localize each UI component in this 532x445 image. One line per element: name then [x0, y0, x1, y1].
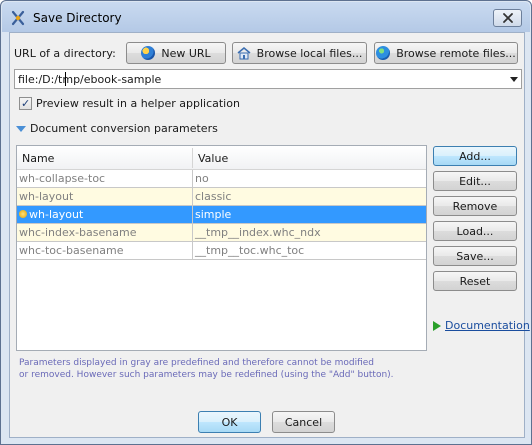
override-marker-icon	[19, 210, 27, 218]
browse-local-button[interactable]: Browse local files...	[232, 42, 367, 64]
text-caret	[65, 72, 66, 86]
table-row[interactable]: wh-collapse-toc no	[17, 170, 426, 188]
browse-local-label: Browse local files...	[256, 46, 363, 60]
remote-globe-icon	[376, 46, 391, 60]
play-icon	[433, 321, 441, 331]
chevron-down-icon[interactable]	[510, 77, 518, 82]
save-directory-dialog: Save Directory URL of a directory: New U…	[0, 0, 532, 445]
parameters-table[interactable]: Name Value wh-collapse-toc no wh-layout …	[16, 145, 427, 351]
new-url-button[interactable]: New URL	[126, 42, 226, 64]
url-combobox[interactable]: file:/D:/tmp/ebook-sample	[14, 69, 522, 89]
cell-value: no	[195, 172, 209, 185]
title-bar: Save Directory	[2, 2, 530, 32]
cell-value: simple	[195, 208, 232, 221]
globe-icon	[141, 46, 156, 60]
load-button[interactable]: Load...	[433, 221, 517, 241]
cell-value: classic	[195, 190, 232, 203]
ok-button[interactable]: OK	[198, 411, 261, 433]
cell-divider	[192, 224, 193, 242]
url-label: URL of a directory:	[14, 47, 116, 60]
app-icon	[10, 10, 26, 26]
edit-button[interactable]: Edit...	[433, 171, 517, 191]
home-folder-icon	[237, 47, 251, 60]
window-title: Save Directory	[33, 11, 122, 25]
table-row[interactable]: whc-index-basename __tmp__index.whc_ndx	[17, 224, 426, 242]
cell-divider	[192, 206, 193, 224]
save-button[interactable]: Save...	[433, 246, 517, 266]
close-button[interactable]	[493, 9, 522, 27]
reset-button[interactable]: Reset	[433, 271, 517, 291]
preview-checkbox[interactable]: ✓	[19, 97, 32, 110]
info-note-line-2: or removed. However such parameters may …	[19, 370, 394, 380]
column-divider[interactable]	[192, 148, 193, 168]
section-label[interactable]: Document conversion parameters	[30, 122, 218, 135]
browse-remote-button[interactable]: Browse remote files...	[374, 42, 518, 64]
column-header-name[interactable]: Name	[22, 152, 54, 165]
cell-divider	[192, 188, 193, 206]
table-row[interactable]: wh-layout classic	[17, 188, 426, 206]
preview-label[interactable]: Preview result in a helper application	[36, 97, 240, 110]
cell-name: whc-toc-basename	[19, 244, 124, 257]
table-row-selected[interactable]: wh-layout simple	[17, 206, 426, 224]
cell-divider	[192, 242, 193, 260]
table-header: Name Value	[17, 146, 426, 170]
cancel-button[interactable]: Cancel	[272, 411, 335, 433]
cell-value: __tmp__index.whc_ndx	[195, 226, 321, 239]
column-header-value[interactable]: Value	[198, 152, 228, 165]
close-icon	[502, 13, 513, 23]
cell-name: whc-index-basename	[19, 226, 137, 239]
browse-remote-label: Browse remote files...	[396, 46, 516, 60]
url-value: file:/D:/tmp/ebook-sample	[18, 73, 162, 86]
table-row[interactable]: whc-toc-basename __tmp__toc.whc_toc	[17, 242, 426, 260]
cell-name: wh-layout	[29, 208, 84, 221]
documentation-link[interactable]: Documentation	[445, 319, 530, 332]
cell-divider	[192, 170, 193, 188]
checkmark-icon: ✓	[21, 97, 31, 110]
cell-value: __tmp__toc.whc_toc	[195, 244, 305, 257]
new-url-label: New URL	[161, 46, 211, 60]
dialog-body: URL of a directory: New URL Browse local…	[9, 32, 530, 438]
expand-triangle-icon[interactable]	[16, 126, 26, 132]
remove-button[interactable]: Remove	[433, 196, 517, 216]
cell-name: wh-layout	[19, 190, 74, 203]
cell-name: wh-collapse-toc	[19, 172, 106, 185]
add-button[interactable]: Add...	[433, 146, 517, 166]
info-note-line-1: Parameters displayed in gray are predefi…	[19, 358, 374, 368]
